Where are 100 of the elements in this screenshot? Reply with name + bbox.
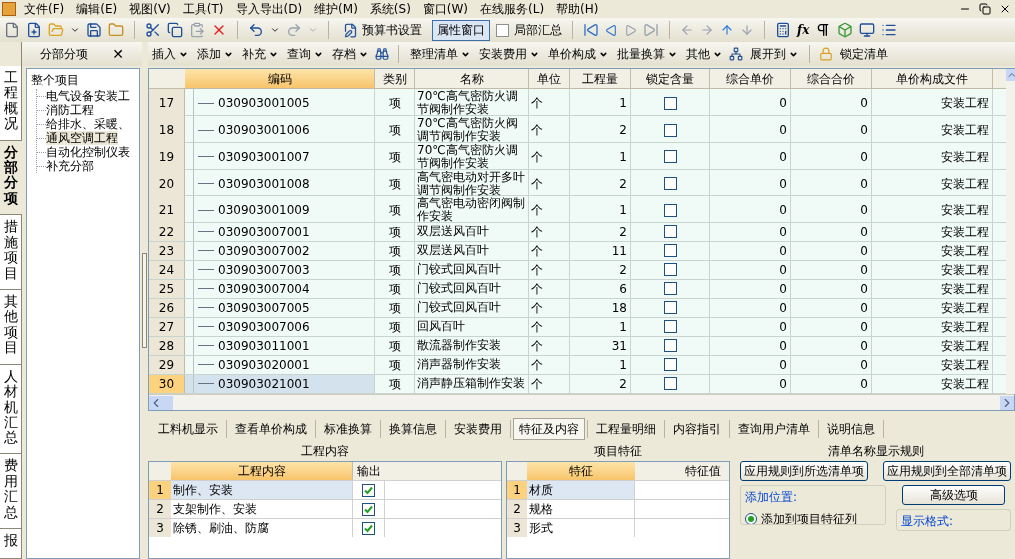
side-tab[interactable]: 工程概况 [0, 66, 21, 141]
previous-icon[interactable] [605, 23, 618, 37]
advanced-options-button[interactable]: 高级选项 [902, 485, 1005, 505]
checkbox[interactable] [663, 123, 677, 137]
monitor-icon[interactable] [859, 22, 876, 38]
tree-structure-icon[interactable] [729, 47, 743, 61]
column-header[interactable]: 类别 [375, 69, 415, 89]
save-icon[interactable] [86, 22, 102, 38]
budget-settings-button[interactable]: 预算书设置 [339, 21, 426, 39]
copy-icon[interactable] [167, 22, 183, 38]
menu-item[interactable]: 文件(F) [18, 0, 71, 18]
row-number[interactable]: 2 [507, 500, 527, 518]
horizontal-scrollbar[interactable] [149, 394, 1014, 410]
detail-tab[interactable]: 安装费用 [448, 418, 508, 440]
column-header[interactable]: 输出 [353, 462, 385, 480]
tree-item[interactable]: 通风空调工程 [46, 131, 118, 145]
toolbar-menu-button[interactable]: 整理清单 [408, 45, 472, 63]
splitter-handle[interactable] [142, 253, 147, 348]
menu-item[interactable]: 维护(M) [308, 0, 364, 18]
close-icon[interactable] [999, 3, 1011, 15]
column-header[interactable]: 单位 [529, 69, 570, 89]
restore-icon[interactable] [979, 3, 991, 15]
row-number[interactable]: 2 [149, 500, 171, 518]
row-number[interactable]: 17 [149, 89, 185, 118]
row-number[interactable]: 1 [507, 481, 527, 499]
column-header[interactable]: 综合合价 [791, 69, 872, 89]
apply-rule-button[interactable]: 应用规则到所选清单项 [740, 461, 868, 481]
toolbar-menu-button[interactable]: 查询 [285, 45, 325, 63]
dropdown-icon[interactable] [70, 25, 80, 35]
row-number[interactable]: 21 [149, 196, 185, 225]
property-window-button[interactable]: 属性窗口 [432, 19, 490, 41]
row-number[interactable]: 1 [149, 481, 171, 499]
column-header[interactable]: 综合单价 [710, 69, 791, 89]
undo-icon[interactable] [248, 22, 264, 38]
toolbar-menu-button[interactable]: 锁定清单 [838, 45, 890, 63]
checkbox[interactable] [663, 225, 677, 239]
tree-item[interactable]: 整个项目 [31, 71, 135, 89]
row-number[interactable]: 3 [507, 519, 527, 537]
tree-item[interactable]: 自动化控制仪表 [46, 145, 130, 159]
row-number[interactable]: 20 [149, 169, 185, 198]
tree-item[interactable]: 电气设备安装工 [46, 89, 130, 103]
cube-icon[interactable] [837, 22, 854, 38]
checkbox[interactable] [663, 339, 677, 353]
tree-item[interactable]: 消防工程 [46, 103, 94, 117]
column-header[interactable]: 编码 [185, 69, 375, 89]
function-icon[interactable]: fx [797, 21, 810, 39]
row-number[interactable]: 18 [149, 116, 185, 145]
toolbar-menu-button[interactable]: 存档 [330, 45, 370, 63]
checkbox[interactable] [663, 282, 677, 296]
first-icon[interactable] [583, 22, 599, 38]
checkbox[interactable] [663, 150, 677, 164]
column-header[interactable]: 特征 [527, 462, 635, 480]
scroll-thumb[interactable] [163, 395, 173, 410]
side-tab[interactable]: 人材机汇总 [0, 364, 21, 455]
detail-tab[interactable]: 工程量明细 [590, 418, 662, 440]
toolbar-menu-button[interactable]: 添加 [195, 45, 235, 63]
column-header[interactable]: 特征值 [635, 462, 729, 480]
vertical-scrollbar[interactable] [1006, 69, 1015, 394]
side-tab[interactable]: 措施项目 [0, 215, 21, 291]
detail-tab[interactable]: 查看单价构成 [229, 418, 313, 440]
checkbox[interactable] [663, 96, 677, 110]
column-header[interactable]: 单价构成文件 [872, 69, 993, 89]
calculator-icon[interactable] [775, 22, 791, 38]
toolbar-menu-button[interactable]: 其他 [684, 45, 724, 63]
cut-icon[interactable] [145, 22, 161, 38]
apply-rule-button[interactable]: 应用规则到全部清单项 [883, 461, 1011, 481]
tree-item[interactable]: 给排水、采暖、 [46, 117, 130, 131]
new-project-icon[interactable] [26, 22, 42, 38]
detail-tab[interactable]: 工料机显示 [152, 418, 224, 440]
binoculars-icon[interactable] [375, 47, 389, 61]
new-file-icon[interactable] [4, 22, 20, 38]
menu-item[interactable]: 窗口(W) [416, 0, 475, 18]
checkbox[interactable] [362, 483, 375, 497]
checkbox[interactable] [663, 320, 677, 334]
column-header[interactable]: 工程内容 [171, 462, 353, 480]
scroll-right-icon[interactable] [1000, 395, 1014, 410]
checkbox[interactable] [663, 301, 677, 315]
checkbox[interactable] [663, 377, 677, 391]
side-tab[interactable]: 费用汇总 [0, 454, 21, 530]
checkbox[interactable] [663, 177, 677, 190]
partial-summary-checkbox[interactable]: 局部汇总 [496, 21, 562, 39]
close-button[interactable]: ✕ [112, 43, 124, 65]
menu-item[interactable]: 在线服务(L) [474, 0, 551, 18]
menu-item[interactable]: 帮助(H) [550, 0, 605, 18]
toolbar-menu-button[interactable]: 安装费用 [477, 45, 541, 63]
menu-item[interactable]: 工具(T) [176, 0, 230, 18]
menu-item[interactable]: 导入导出(D) [229, 0, 309, 18]
menu-item[interactable]: 视图(V) [123, 0, 177, 18]
menu-item[interactable]: 编辑(E) [70, 0, 124, 18]
menu-item[interactable]: 系统(S) [363, 0, 417, 18]
detail-tab[interactable]: 换算信息 [383, 418, 443, 440]
checkbox[interactable] [663, 358, 677, 372]
side-tab[interactable]: 其他项目 [0, 290, 21, 365]
detail-tab[interactable]: 查询用户清单 [732, 418, 816, 440]
toolbar-menu-button[interactable]: 展开到 [748, 45, 800, 63]
column-header[interactable]: 工程量 [570, 69, 631, 89]
side-tab[interactable]: 报 [0, 529, 21, 559]
column-header[interactable]: 锁定含量 [631, 69, 710, 89]
scroll-left-icon[interactable] [149, 395, 163, 410]
radio-option[interactable]: 添加到项目特征列 [745, 510, 881, 524]
